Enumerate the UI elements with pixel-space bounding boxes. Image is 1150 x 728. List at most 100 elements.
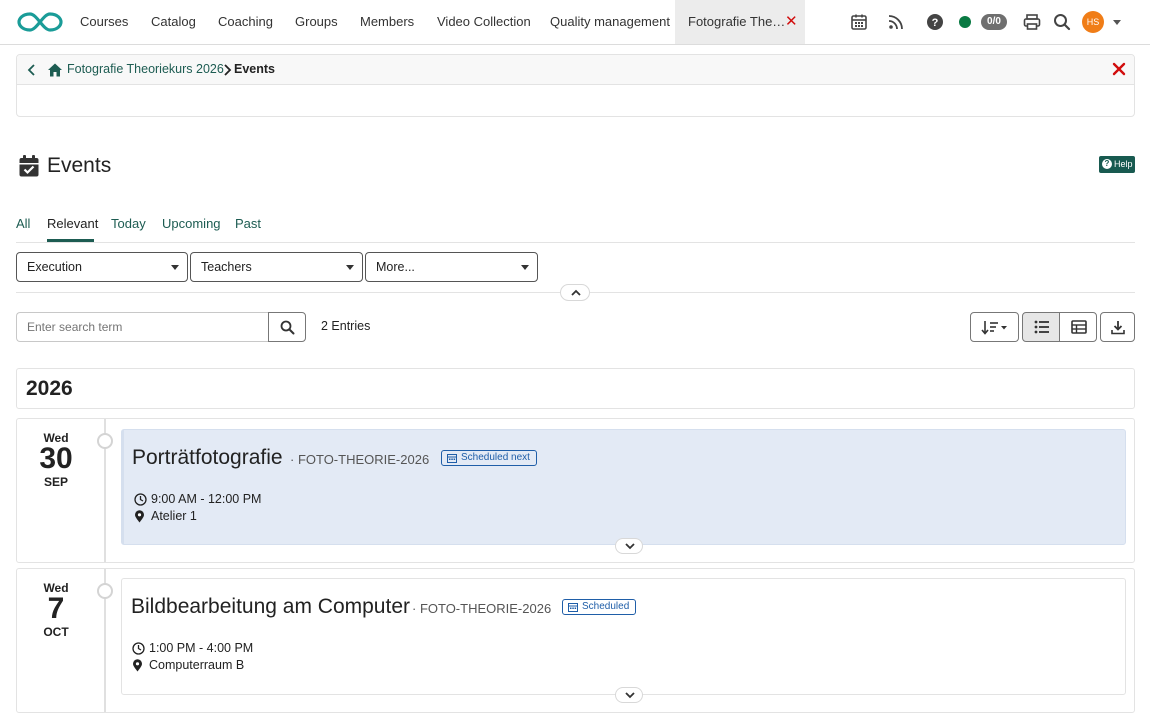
event-day: 7 — [47, 592, 65, 625]
nav-courses[interactable]: Courses — [80, 0, 128, 44]
search-icon[interactable] — [1052, 12, 1072, 32]
tabs-divider — [16, 242, 1135, 243]
back-chevron-left-icon[interactable] — [23, 61, 41, 79]
filter-execution-label: Execution — [27, 260, 82, 274]
nav-video-collection[interactable]: Video Collection — [437, 0, 531, 44]
chevron-down-icon — [625, 692, 635, 699]
event-day: 30 — [39, 442, 73, 475]
nav-catalog[interactable]: Catalog — [151, 0, 196, 44]
svg-text:?: ? — [932, 17, 939, 29]
nav-members[interactable]: Members — [360, 0, 414, 44]
filter-more-label: More... — [376, 260, 415, 274]
map-marker-icon — [135, 510, 144, 523]
event-month: OCT — [43, 625, 69, 639]
openolat-logo-icon[interactable] — [16, 10, 64, 34]
question-icon: ? — [1102, 159, 1112, 169]
help-label: Help — [1114, 159, 1133, 169]
event-time-text: 1:00 PM - 4:00 PM — [149, 641, 254, 655]
expand-event-button[interactable] — [615, 687, 643, 703]
calendar-check-icon — [19, 155, 39, 177]
event-time: 9:00 AM - 12:00 PM — [134, 491, 261, 507]
event-time: 1:00 PM - 4:00 PM — [132, 640, 253, 656]
clock-icon — [132, 642, 145, 655]
event-location-text: Atelier 1 — [151, 509, 197, 523]
event-location-text: Computerraum B — [149, 658, 245, 672]
breadcrumb-panel: Fotografie Theoriekurs 2026 Events — [16, 54, 1135, 117]
rss-icon[interactable] — [886, 12, 906, 32]
close-icon[interactable] — [1110, 60, 1128, 78]
event-location: Atelier 1 — [134, 508, 197, 524]
search-input[interactable] — [16, 312, 269, 342]
filter-execution[interactable]: Execution — [16, 252, 188, 282]
search-icon — [280, 320, 295, 335]
user-avatar[interactable]: HS — [1082, 11, 1104, 33]
chevron-up-icon — [571, 289, 581, 296]
nav-coaching[interactable]: Coaching — [218, 0, 273, 44]
event-row: Wed 7 OCT Bildbearbeitung am Computer · … — [16, 568, 1135, 713]
download-button[interactable] — [1100, 312, 1135, 342]
search-button[interactable] — [268, 312, 306, 342]
tab-relevant[interactable]: Relevant — [47, 216, 98, 232]
tab-upcoming[interactable]: Upcoming — [162, 216, 221, 232]
status-badge: Scheduled next — [441, 450, 537, 466]
chevron-down-icon — [625, 543, 635, 550]
event-card-next[interactable]: Porträtfotografie · FOTO-THEORIE-2026 Sc… — [121, 429, 1126, 554]
event-title[interactable]: Bildbearbeitung am Computer — [131, 594, 410, 620]
filter-teachers-label: Teachers — [201, 260, 252, 274]
list-view-button[interactable] — [1022, 312, 1060, 342]
timeline-circle-icon — [97, 433, 113, 449]
breadcrumb: Fotografie Theoriekurs 2026 Events — [17, 55, 1134, 85]
list-icon — [1034, 320, 1049, 334]
page-title: Events — [47, 154, 112, 177]
event-reference: · FOTO-THEORIE-2026 — [412, 601, 552, 616]
year-header: 2026 — [16, 368, 1135, 409]
event-time-text: 9:00 AM - 12:00 PM — [151, 492, 262, 506]
calendar-icon — [568, 603, 578, 612]
nav-tab-course[interactable]: Fotografie The… ✕ — [675, 0, 805, 44]
tab-today[interactable]: Today — [111, 216, 146, 232]
tab-all[interactable]: All — [16, 216, 30, 232]
online-status-icon[interactable] — [959, 16, 971, 28]
expand-event-button[interactable] — [615, 538, 643, 554]
tab-past[interactable]: Past — [235, 216, 261, 232]
user-menu-chevron-down-icon[interactable] — [1113, 20, 1121, 25]
download-icon — [1111, 321, 1125, 335]
event-month: SEP — [43, 475, 68, 489]
year-label: 2026 — [26, 377, 73, 400]
top-navigation: Courses Catalog Coaching Groups Members … — [0, 0, 1150, 45]
status-badge-label: Scheduled next — [461, 452, 530, 463]
status-badge: Scheduled — [562, 599, 637, 615]
timeline-circle-icon — [97, 583, 113, 599]
caret-down-icon — [171, 265, 179, 270]
online-count-badge[interactable]: 0/0 — [981, 14, 1007, 30]
nav-groups[interactable]: Groups — [295, 0, 338, 44]
table-view-button[interactable] — [1059, 312, 1097, 342]
filter-more[interactable]: More... — [365, 252, 538, 282]
help-icon[interactable]: ? — [925, 12, 945, 32]
breadcrumb-current: Events — [234, 62, 275, 76]
breadcrumb-course-link[interactable]: Fotografie Theoriekurs 2026 — [67, 55, 224, 84]
close-tab-icon[interactable]: ✕ — [785, 0, 798, 44]
collapse-filters-button[interactable] — [560, 284, 590, 301]
event-title[interactable]: Porträtfotografie — [132, 445, 283, 471]
clock-icon — [134, 493, 147, 506]
home-icon[interactable] — [47, 62, 63, 78]
nav-quality-management[interactable]: Quality management — [550, 0, 670, 44]
filter-teachers[interactable]: Teachers — [190, 252, 363, 282]
calendar-icon[interactable] — [849, 12, 869, 32]
nav-tab-course-label: Fotografie The… — [688, 14, 786, 29]
event-card[interactable]: Bildbearbeitung am Computer · FOTO-THEOR… — [121, 578, 1126, 703]
event-reference: · FOTO-THEORIE-2026 — [290, 452, 430, 467]
entries-count: 2 Entries — [321, 319, 371, 333]
map-marker-icon — [133, 659, 142, 672]
print-icon[interactable] — [1022, 12, 1042, 32]
event-row: Wed 30 SEP Porträtfotografie · FOTO-THEO… — [16, 418, 1135, 563]
table-icon — [1071, 320, 1087, 334]
help-button[interactable]: ? Help — [1099, 156, 1135, 173]
sort-button[interactable] — [970, 312, 1019, 342]
breadcrumb-chevron-right-icon — [224, 64, 232, 76]
sort-icon — [981, 321, 1007, 335]
event-tabs: All Relevant Today Upcoming Past — [0, 210, 1150, 243]
status-badge-label: Scheduled — [582, 601, 630, 612]
caret-down-icon — [521, 265, 529, 270]
